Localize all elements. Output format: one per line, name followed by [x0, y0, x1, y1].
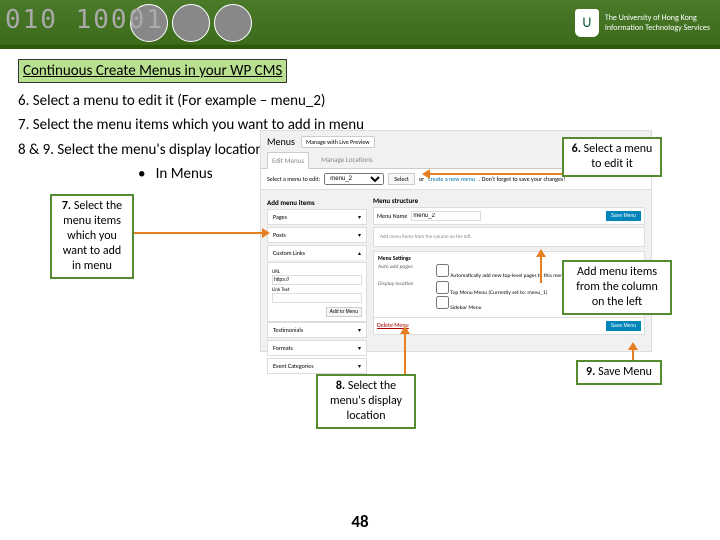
menu-settings-title: Menu Settings	[378, 256, 411, 262]
add-items-title: Add menu items	[267, 196, 367, 209]
save-menu-button-bottom[interactable]: Save Menu	[606, 321, 641, 331]
acc-testimonials[interactable]: Testimonials▾	[267, 322, 367, 338]
page-number: 48	[0, 511, 720, 532]
custom-links-panel: URL Link Text Add to Menu	[267, 262, 367, 322]
slide-header: 010 10001 U The University of Hong Kong …	[0, 0, 720, 45]
menu-name-field[interactable]	[411, 211, 481, 221]
auto-add-checkbox[interactable]	[436, 264, 449, 277]
display-location-label: Display location	[378, 281, 428, 311]
create-menu-link[interactable]: create a new menu	[428, 175, 475, 183]
instruction-6: 6. Select a menu to edit it (For example…	[18, 91, 702, 111]
menu-structure-title: Menu structure	[373, 196, 645, 205]
chevron-down-icon: ▾	[358, 362, 361, 370]
arrow-7-head	[262, 228, 270, 238]
arrow-6-head	[422, 169, 430, 179]
arrow-8	[404, 334, 406, 374]
tab-edit-menus[interactable]: Edit Menus	[267, 152, 309, 169]
acc-pages[interactable]: Pages▾	[267, 209, 367, 225]
menu-name-label: Menu Name	[377, 212, 407, 220]
dont-forget-text: . Don't forget to save your changes!	[479, 175, 565, 183]
callout-7: 7. Select the menu items which you want …	[50, 194, 134, 279]
chevron-down-icon: ▾	[358, 326, 361, 334]
callout-6: 6. Select a menu to edit it	[562, 137, 662, 177]
org-name: The University of Hong Kong	[605, 13, 710, 23]
url-field[interactable]	[272, 275, 362, 285]
chevron-down-icon: ▾	[358, 231, 361, 239]
live-preview-button[interactable]: Manage with Live Preview	[301, 136, 375, 148]
arrow-6	[430, 173, 562, 175]
arrow-8-head	[400, 326, 410, 334]
acc-event-categories[interactable]: Event Categories▾	[267, 358, 367, 374]
save-menu-button-top[interactable]: Save Menu	[606, 211, 641, 221]
chevron-down-icon: ▾	[358, 344, 361, 352]
arrow-9	[632, 350, 634, 360]
org-dept: Information Technology Services	[605, 23, 710, 33]
auto-add-label: Auto add pages	[378, 264, 428, 279]
loc-top-checkbox[interactable]	[436, 281, 449, 294]
link-text-field[interactable]	[272, 293, 362, 303]
header-photo-2	[172, 4, 210, 42]
wp-heading: Menus	[267, 135, 295, 148]
org-logo: U The University of Hong Kong Informatio…	[575, 9, 720, 37]
acc-custom-links[interactable]: Custom Links▴	[267, 245, 367, 260]
menu-select[interactable]: menu_2	[324, 173, 384, 185]
add-to-menu-button[interactable]: Add to Menu	[326, 307, 362, 317]
arrow-add	[540, 257, 542, 283]
callout-8: 8. Select the menu's display location	[316, 374, 416, 429]
chevron-up-icon: ▴	[358, 249, 361, 257]
binary-decoration: 010 10001	[5, 5, 164, 35]
chevron-down-icon: ▾	[358, 213, 361, 221]
in-menus-bullet: • In Menus	[138, 165, 213, 183]
arrow-9-head	[628, 342, 638, 350]
section-title: Continuous Create Menus in your WP CMS	[18, 59, 287, 83]
acc-formats[interactable]: Formats▾	[267, 340, 367, 356]
empty-structure-msg: Add menu items from the column on the le…	[373, 227, 645, 247]
callout-add-items: Add menu items from the column on the le…	[562, 260, 672, 315]
select-button[interactable]: Select	[388, 173, 415, 185]
tab-manage-locations[interactable]: Manage Locations	[317, 152, 377, 168]
acc-posts[interactable]: Posts▾	[267, 227, 367, 243]
arrow-7	[134, 232, 262, 234]
shield-icon: U	[575, 9, 599, 37]
callout-9: 9. Save Menu	[576, 360, 662, 385]
arrow-add-head	[536, 249, 546, 257]
loc-sidebar-checkbox[interactable]	[436, 296, 449, 309]
select-menu-label: Select a menu to edit:	[267, 175, 320, 183]
header-photo-3	[214, 4, 252, 42]
